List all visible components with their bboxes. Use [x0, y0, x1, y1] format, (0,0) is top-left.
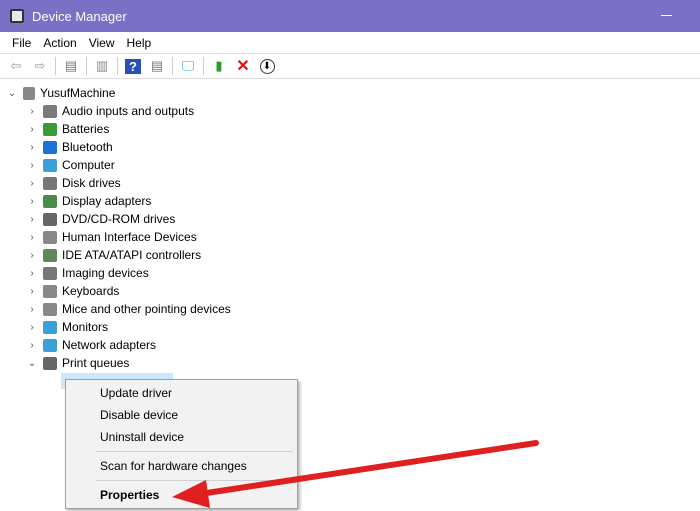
arrow-shaft — [197, 440, 539, 497]
annotation-arrow — [172, 440, 539, 508]
arrow-head — [172, 480, 210, 508]
